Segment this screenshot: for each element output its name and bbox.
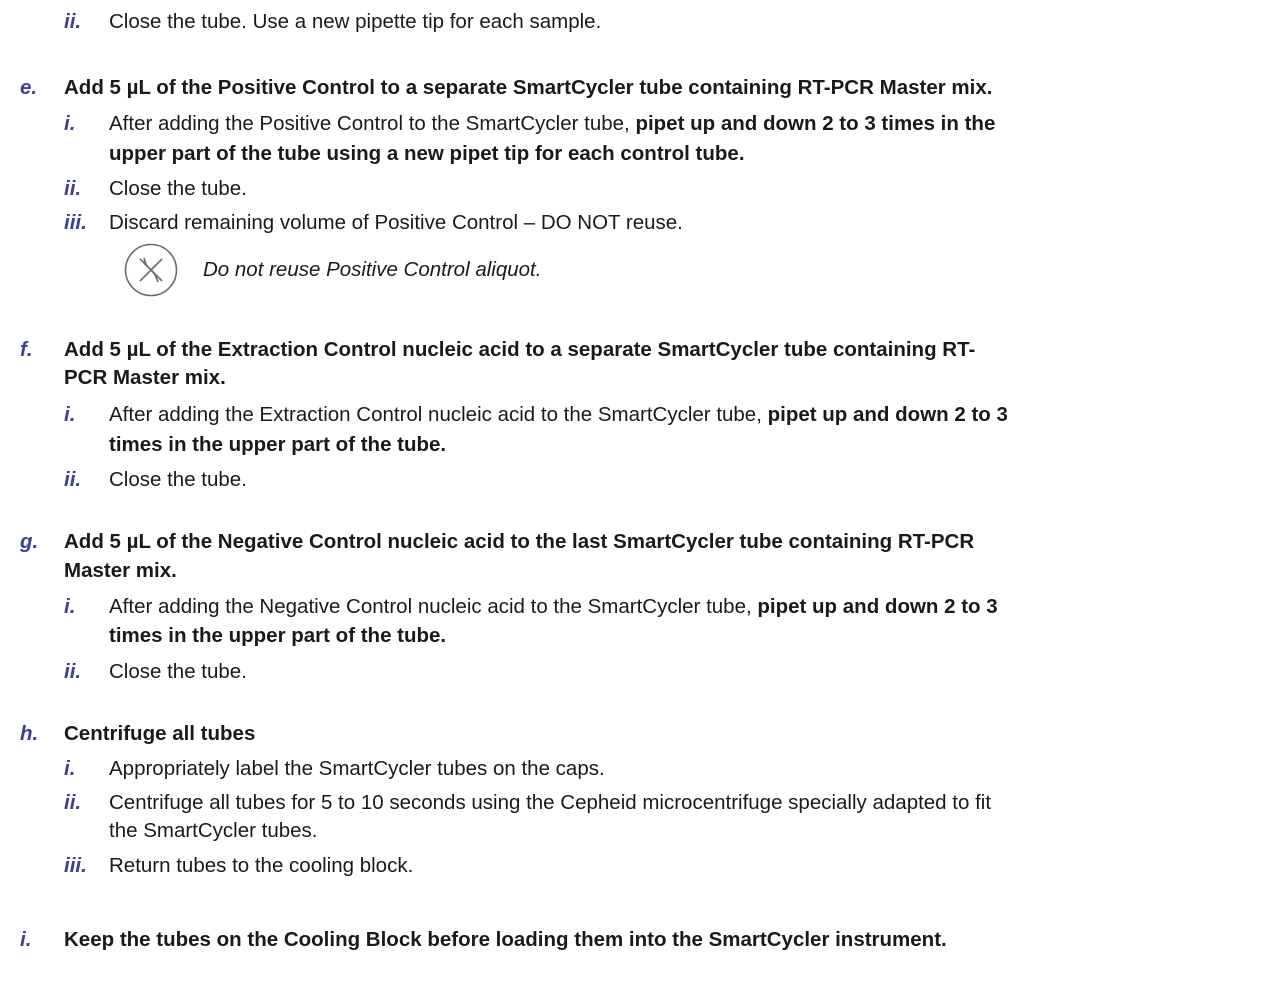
list-marker: iii.: [64, 211, 87, 234]
step-heading-cont: Master mix.: [64, 559, 177, 582]
list-marker: ii.: [64, 660, 82, 683]
instruction-text-cont: the SmartCycler tubes.: [109, 819, 318, 842]
step-heading-cont: PCR Master mix.: [64, 366, 226, 389]
step-marker: i.: [20, 928, 32, 951]
instruction-text-bold: times in the upper part of the tube.: [109, 433, 447, 456]
step-marker: g.: [20, 530, 39, 553]
instruction-text: Appropriately label the SmartCycler tube…: [109, 757, 605, 780]
step-marker: f.: [20, 338, 33, 361]
list-marker: iii.: [64, 854, 87, 877]
instruction-text: Close the tube. Use a new pipette tip fo…: [109, 10, 602, 33]
list-marker: i.: [64, 595, 76, 618]
instruction-text: After adding the Positive Control to the…: [109, 112, 996, 135]
step-heading: Centrifuge all tubes: [64, 722, 256, 745]
instruction-text: Close the tube.: [109, 660, 247, 683]
list-marker: i.: [64, 403, 76, 426]
step-heading: Add 5 µL of the Negative Control nucleic…: [64, 530, 975, 553]
step-heading: Add 5 µL of the Extraction Control nucle…: [64, 338, 976, 361]
list-marker: ii.: [64, 10, 82, 33]
instruction-text-bold: upper part of the tube using a new pipet…: [109, 142, 745, 165]
list-marker: i.: [64, 112, 76, 135]
instruction-text: Close the tube.: [109, 177, 247, 200]
caution-note: Do not reuse Positive Control aliquot.: [203, 258, 542, 281]
list-marker: ii.: [64, 468, 82, 491]
instruction-text-bold: times in the upper part of the tube.: [109, 624, 447, 647]
list-marker: i.: [64, 757, 76, 780]
instruction-text: Return tubes to the cooling block.: [109, 854, 414, 877]
instruction-text: Discard remaining volume of Positive Con…: [109, 211, 683, 234]
step-heading: Keep the tubes on the Cooling Block befo…: [64, 928, 947, 951]
do-not-reuse-icon: [124, 243, 178, 297]
instruction-text: Close the tube.: [109, 468, 247, 491]
instruction-text: After adding the Negative Control nuclei…: [109, 595, 998, 618]
instruction-text: Centrifuge all tubes for 5 to 10 seconds…: [109, 791, 992, 814]
step-marker: e.: [20, 76, 38, 99]
list-marker: ii.: [64, 791, 82, 814]
step-heading: Add 5 µL of the Positive Control to a se…: [64, 76, 993, 99]
step-marker: h.: [20, 722, 39, 745]
instruction-text: After adding the Extraction Control nucl…: [109, 403, 1008, 426]
list-marker: ii.: [64, 177, 82, 200]
